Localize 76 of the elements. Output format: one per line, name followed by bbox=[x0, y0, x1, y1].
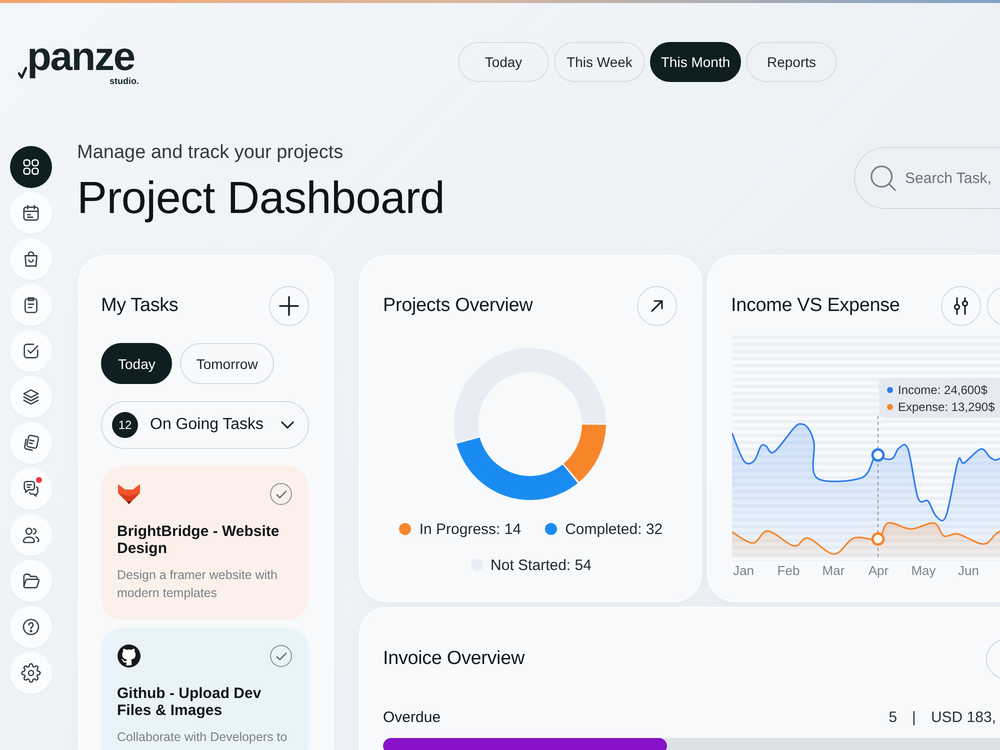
sidebar-item[interactable] bbox=[10, 422, 52, 464]
logo-tagline: studio. bbox=[110, 76, 139, 86]
help-icon bbox=[21, 617, 41, 637]
calendar-icon bbox=[21, 203, 41, 223]
period-tab[interactable]: This Week bbox=[554, 42, 645, 82]
page-title: Project Dashboard bbox=[77, 172, 445, 224]
legend-label: Completed: 32 bbox=[565, 520, 663, 538]
legend-label: Not Started: 54 bbox=[490, 556, 592, 574]
users-icon bbox=[21, 525, 41, 545]
search-icon bbox=[870, 165, 896, 191]
card-title: Income VS Expense bbox=[731, 295, 900, 317]
sidebar-item[interactable] bbox=[10, 146, 52, 188]
period-tab[interactable]: This Month bbox=[650, 42, 741, 82]
point-marker-icon bbox=[871, 448, 885, 462]
add-task-button[interactable] bbox=[269, 286, 309, 326]
chat-icon bbox=[21, 479, 41, 499]
task-card[interactable]: BrightBridge - Website Design Design a framer website with modern templates bbox=[101, 466, 309, 620]
axis-label: Jun bbox=[957, 563, 980, 579]
invoice-status-label: Overdue bbox=[383, 708, 441, 726]
axis-label: Apr bbox=[867, 563, 890, 579]
tooltip-text: Expense: 13,290$ bbox=[898, 400, 995, 414]
arrow-up-right-icon bbox=[651, 300, 663, 312]
axis-label: Jan bbox=[732, 563, 755, 579]
task-title: Github - Upload Dev Files & Images bbox=[117, 685, 262, 719]
invoice-count: 5 bbox=[888, 708, 898, 726]
count-badge: 12 bbox=[112, 412, 138, 438]
open-button[interactable] bbox=[637, 286, 677, 326]
period-tab[interactable]: Reports bbox=[746, 42, 837, 82]
task-description: Design a framer website with modern templates bbox=[117, 567, 278, 602]
task-card[interactable]: Github - Upload Dev Files & Images Collaborate with Developers to bbox=[101, 628, 309, 750]
mark-done-button[interactable] bbox=[270, 645, 292, 667]
task-description: Collaborate with Developers to bbox=[117, 729, 288, 746]
sidebar-item[interactable] bbox=[10, 514, 52, 556]
separator-text: | bbox=[912, 708, 916, 726]
sidebar-item[interactable] bbox=[10, 606, 52, 648]
card-title: Projects Overview bbox=[383, 295, 533, 317]
checkbox-icon bbox=[21, 341, 41, 361]
axis-label: Feb bbox=[776, 563, 801, 579]
page-subtitle: Manage and track your projects bbox=[77, 142, 344, 164]
search-field[interactable]: Search Task, bbox=[854, 147, 1000, 209]
sidebar-item[interactable] bbox=[10, 238, 52, 280]
notes-icon bbox=[21, 433, 41, 453]
axis-label: May bbox=[910, 563, 937, 579]
point-marker-icon bbox=[871, 532, 885, 546]
legend-label: In Progress: 14 bbox=[419, 520, 522, 538]
day-filter-tab[interactable]: Today bbox=[101, 343, 172, 384]
card-title: Invoice Overview bbox=[383, 648, 524, 670]
sidebar-item[interactable] bbox=[10, 652, 52, 694]
cat-logo-icon bbox=[117, 644, 141, 668]
axis-label: Mar bbox=[821, 563, 846, 579]
sidebar-item[interactable] bbox=[10, 192, 52, 234]
sidebar-item[interactable] bbox=[10, 330, 52, 372]
settings-icon bbox=[21, 663, 41, 683]
check-icon bbox=[276, 652, 286, 660]
task-title: BrightBridge - Website Design bbox=[117, 523, 280, 557]
invoice-amount: USD 183, bbox=[930, 708, 996, 726]
tooltip-text: Income: 24,600$ bbox=[898, 382, 988, 396]
filter-button[interactable] bbox=[941, 286, 981, 326]
sidebar-item[interactable] bbox=[10, 560, 52, 602]
task-status-dropdown[interactable]: 12 On Going Tasks bbox=[101, 401, 309, 449]
plus-icon bbox=[279, 296, 299, 316]
period-tab[interactable]: Today bbox=[458, 42, 549, 82]
sidebar-item[interactable] bbox=[10, 284, 52, 326]
sliders-icon bbox=[953, 297, 969, 315]
sidebar-item[interactable] bbox=[10, 468, 52, 510]
grid-icon bbox=[21, 157, 41, 177]
day-filter-tab[interactable]: Tomorrow bbox=[180, 343, 274, 384]
card-title: My Tasks bbox=[101, 295, 178, 317]
check-icon bbox=[276, 490, 286, 498]
sidebar-item[interactable] bbox=[10, 376, 52, 418]
layers-icon bbox=[21, 387, 41, 407]
folder-icon bbox=[21, 571, 41, 591]
fox-logo-icon bbox=[117, 482, 141, 506]
chevron-down-icon bbox=[281, 421, 294, 429]
logo-tick-icon bbox=[18, 65, 27, 79]
mark-done-button[interactable] bbox=[270, 483, 292, 505]
